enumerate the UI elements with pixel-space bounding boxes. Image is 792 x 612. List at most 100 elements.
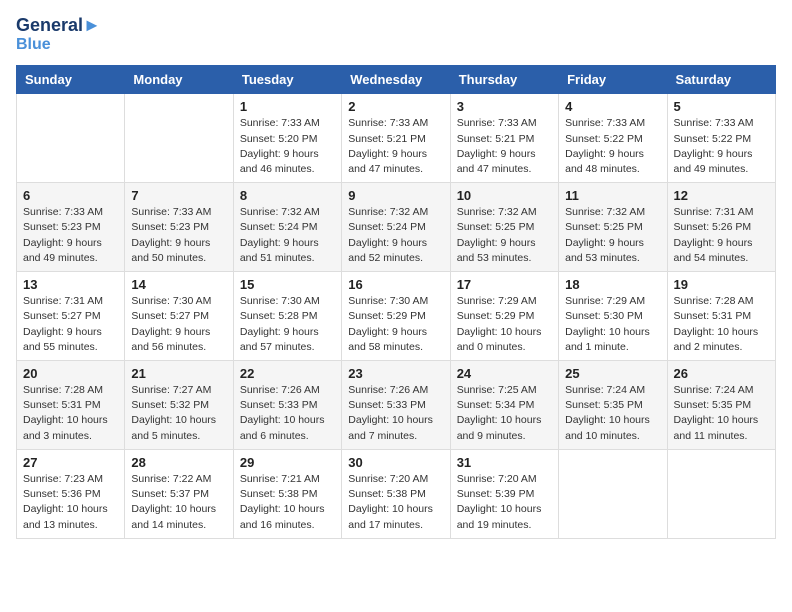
- calendar-cell: 29 Sunrise: 7:21 AM Sunset: 5:38 PM Dayli…: [233, 449, 341, 538]
- day-info: Sunrise: 7:33 AM Sunset: 5:23 PM Dayligh…: [131, 205, 226, 266]
- logo: General► Blue: [16, 16, 101, 53]
- calendar-cell: 8Sunrise: 7:32 AM Sunset: 5:24 PM Daylig…: [233, 183, 341, 272]
- calendar-cell: 10Sunrise: 7:32 AM Sunset: 5:25 PM Dayli…: [450, 183, 558, 272]
- day-info: Sunrise: 7:30 AM Sunset: 5:28 PM Dayligh…: [240, 294, 335, 355]
- day-number: 12: [674, 188, 769, 203]
- calendar-cell: 1Sunrise: 7:33 AM Sunset: 5:20 PM Daylig…: [233, 94, 341, 183]
- day-number: 13: [23, 277, 118, 292]
- day-number: 14: [131, 277, 226, 292]
- calendar-cell: 31 Sunrise: 7:20 AM Sunset: 5:39 PM Dayli…: [450, 449, 558, 538]
- day-number: 2: [348, 99, 443, 114]
- day-number: 18: [565, 277, 660, 292]
- day-info: Sunrise: 7:24 AM Sunset: 5:35 PM Dayligh…: [565, 383, 660, 444]
- day-info: Sunrise: 7:22 AM Sunset: 5:37 PM Dayligh…: [131, 472, 226, 533]
- day-number: 9: [348, 188, 443, 203]
- day-info: Sunrise: 7:26 AM Sunset: 5:33 PM Dayligh…: [348, 383, 443, 444]
- calendar-cell: [667, 449, 775, 538]
- day-info: Sunrise: 7:20 AM Sunset: 5:39 PM Dayligh…: [457, 472, 552, 533]
- calendar-cell: 13 Sunrise: 7:31 AM Sunset: 5:27 PM Dayli…: [17, 272, 125, 361]
- day-info: Sunrise: 7:33 AM Sunset: 5:21 PM Dayligh…: [457, 116, 552, 177]
- calendar-cell: 12Sunrise: 7:31 AM Sunset: 5:26 PM Dayli…: [667, 183, 775, 272]
- calendar-week-row: 13 Sunrise: 7:31 AM Sunset: 5:27 PM Dayli…: [17, 272, 776, 361]
- calendar-week-row: 27 Sunrise: 7:23 AM Sunset: 5:36 PM Dayli…: [17, 449, 776, 538]
- day-number: 5: [674, 99, 769, 114]
- day-number: 15: [240, 277, 335, 292]
- calendar-cell: 25 Sunrise: 7:24 AM Sunset: 5:35 PM Dayli…: [559, 361, 667, 450]
- day-info: Sunrise: 7:33 AM Sunset: 5:20 PM Dayligh…: [240, 116, 335, 177]
- calendar-week-row: 1Sunrise: 7:33 AM Sunset: 5:20 PM Daylig…: [17, 94, 776, 183]
- day-info: Sunrise: 7:27 AM Sunset: 5:32 PM Dayligh…: [131, 383, 226, 444]
- day-number: 27: [23, 455, 118, 470]
- day-info: Sunrise: 7:24 AM Sunset: 5:35 PM Dayligh…: [674, 383, 769, 444]
- logo-text: General►: [16, 16, 101, 36]
- calendar-cell: 2 Sunrise: 7:33 AM Sunset: 5:21 PM Daylig…: [342, 94, 450, 183]
- day-number: 17: [457, 277, 552, 292]
- calendar-cell: 17 Sunrise: 7:29 AM Sunset: 5:29 PM Dayli…: [450, 272, 558, 361]
- day-info: Sunrise: 7:21 AM Sunset: 5:38 PM Dayligh…: [240, 472, 335, 533]
- calendar-cell: 6Sunrise: 7:33 AM Sunset: 5:23 PM Daylig…: [17, 183, 125, 272]
- day-info: Sunrise: 7:29 AM Sunset: 5:29 PM Dayligh…: [457, 294, 552, 355]
- calendar-cell: [125, 94, 233, 183]
- calendar-cell: 30 Sunrise: 7:20 AM Sunset: 5:38 PM Dayli…: [342, 449, 450, 538]
- calendar-cell: 16Sunrise: 7:30 AM Sunset: 5:29 PM Dayli…: [342, 272, 450, 361]
- weekday-header: Thursday: [450, 66, 558, 94]
- day-number: 16: [348, 277, 443, 292]
- day-info: Sunrise: 7:32 AM Sunset: 5:24 PM Dayligh…: [240, 205, 335, 266]
- weekday-header: Sunday: [17, 66, 125, 94]
- day-info: Sunrise: 7:20 AM Sunset: 5:38 PM Dayligh…: [348, 472, 443, 533]
- calendar-cell: [17, 94, 125, 183]
- day-number: 31: [457, 455, 552, 470]
- calendar-cell: 24 Sunrise: 7:25 AM Sunset: 5:34 PM Dayli…: [450, 361, 558, 450]
- calendar-cell: 3Sunrise: 7:33 AM Sunset: 5:21 PM Daylig…: [450, 94, 558, 183]
- day-info: Sunrise: 7:23 AM Sunset: 5:36 PM Dayligh…: [23, 472, 118, 533]
- weekday-header: Friday: [559, 66, 667, 94]
- page-header: General► Blue: [16, 16, 776, 53]
- calendar-cell: 4 Sunrise: 7:33 AM Sunset: 5:22 PM Daylig…: [559, 94, 667, 183]
- calendar-cell: 11 Sunrise: 7:32 AM Sunset: 5:25 PM Dayli…: [559, 183, 667, 272]
- day-info: Sunrise: 7:32 AM Sunset: 5:25 PM Dayligh…: [565, 205, 660, 266]
- day-info: Sunrise: 7:33 AM Sunset: 5:23 PM Dayligh…: [23, 205, 118, 266]
- day-info: Sunrise: 7:32 AM Sunset: 5:24 PM Dayligh…: [348, 205, 443, 266]
- day-info: Sunrise: 7:33 AM Sunset: 5:21 PM Dayligh…: [348, 116, 443, 177]
- day-info: Sunrise: 7:31 AM Sunset: 5:27 PM Dayligh…: [23, 294, 118, 355]
- day-number: 4: [565, 99, 660, 114]
- calendar-cell: 27 Sunrise: 7:23 AM Sunset: 5:36 PM Dayli…: [17, 449, 125, 538]
- day-number: 25: [565, 366, 660, 381]
- day-info: Sunrise: 7:33 AM Sunset: 5:22 PM Dayligh…: [674, 116, 769, 177]
- calendar-cell: 26 Sunrise: 7:24 AM Sunset: 5:35 PM Dayli…: [667, 361, 775, 450]
- calendar-header-row: SundayMondayTuesdayWednesdayThursdayFrid…: [17, 66, 776, 94]
- day-number: 11: [565, 188, 660, 203]
- calendar-cell: 5 Sunrise: 7:33 AM Sunset: 5:22 PM Daylig…: [667, 94, 775, 183]
- day-info: Sunrise: 7:30 AM Sunset: 5:27 PM Dayligh…: [131, 294, 226, 355]
- day-info: Sunrise: 7:26 AM Sunset: 5:33 PM Dayligh…: [240, 383, 335, 444]
- calendar-cell: 18 Sunrise: 7:29 AM Sunset: 5:30 PM Dayli…: [559, 272, 667, 361]
- calendar-cell: 22 Sunrise: 7:26 AM Sunset: 5:33 PM Dayli…: [233, 361, 341, 450]
- day-number: 28: [131, 455, 226, 470]
- calendar-cell: 21 Sunrise: 7:27 AM Sunset: 5:32 PM Dayli…: [125, 361, 233, 450]
- day-info: Sunrise: 7:28 AM Sunset: 5:31 PM Dayligh…: [23, 383, 118, 444]
- day-number: 21: [131, 366, 226, 381]
- calendar-cell: 7 Sunrise: 7:33 AM Sunset: 5:23 PM Daylig…: [125, 183, 233, 272]
- day-number: 29: [240, 455, 335, 470]
- day-info: Sunrise: 7:29 AM Sunset: 5:30 PM Dayligh…: [565, 294, 660, 355]
- day-number: 24: [457, 366, 552, 381]
- day-number: 7: [131, 188, 226, 203]
- day-info: Sunrise: 7:33 AM Sunset: 5:22 PM Dayligh…: [565, 116, 660, 177]
- day-info: Sunrise: 7:28 AM Sunset: 5:31 PM Dayligh…: [674, 294, 769, 355]
- calendar-cell: 19Sunrise: 7:28 AM Sunset: 5:31 PM Dayli…: [667, 272, 775, 361]
- calendar-week-row: 6Sunrise: 7:33 AM Sunset: 5:23 PM Daylig…: [17, 183, 776, 272]
- weekday-header: Tuesday: [233, 66, 341, 94]
- day-number: 22: [240, 366, 335, 381]
- weekday-header: Monday: [125, 66, 233, 94]
- day-number: 10: [457, 188, 552, 203]
- weekday-header: Wednesday: [342, 66, 450, 94]
- day-number: 30: [348, 455, 443, 470]
- day-number: 26: [674, 366, 769, 381]
- day-number: 20: [23, 366, 118, 381]
- calendar-cell: 14 Sunrise: 7:30 AM Sunset: 5:27 PM Dayli…: [125, 272, 233, 361]
- day-info: Sunrise: 7:25 AM Sunset: 5:34 PM Dayligh…: [457, 383, 552, 444]
- calendar-cell: 20 Sunrise: 7:28 AM Sunset: 5:31 PM Dayli…: [17, 361, 125, 450]
- calendar-cell: 15 Sunrise: 7:30 AM Sunset: 5:28 PM Dayli…: [233, 272, 341, 361]
- calendar-cell: 9 Sunrise: 7:32 AM Sunset: 5:24 PM Daylig…: [342, 183, 450, 272]
- day-number: 23: [348, 366, 443, 381]
